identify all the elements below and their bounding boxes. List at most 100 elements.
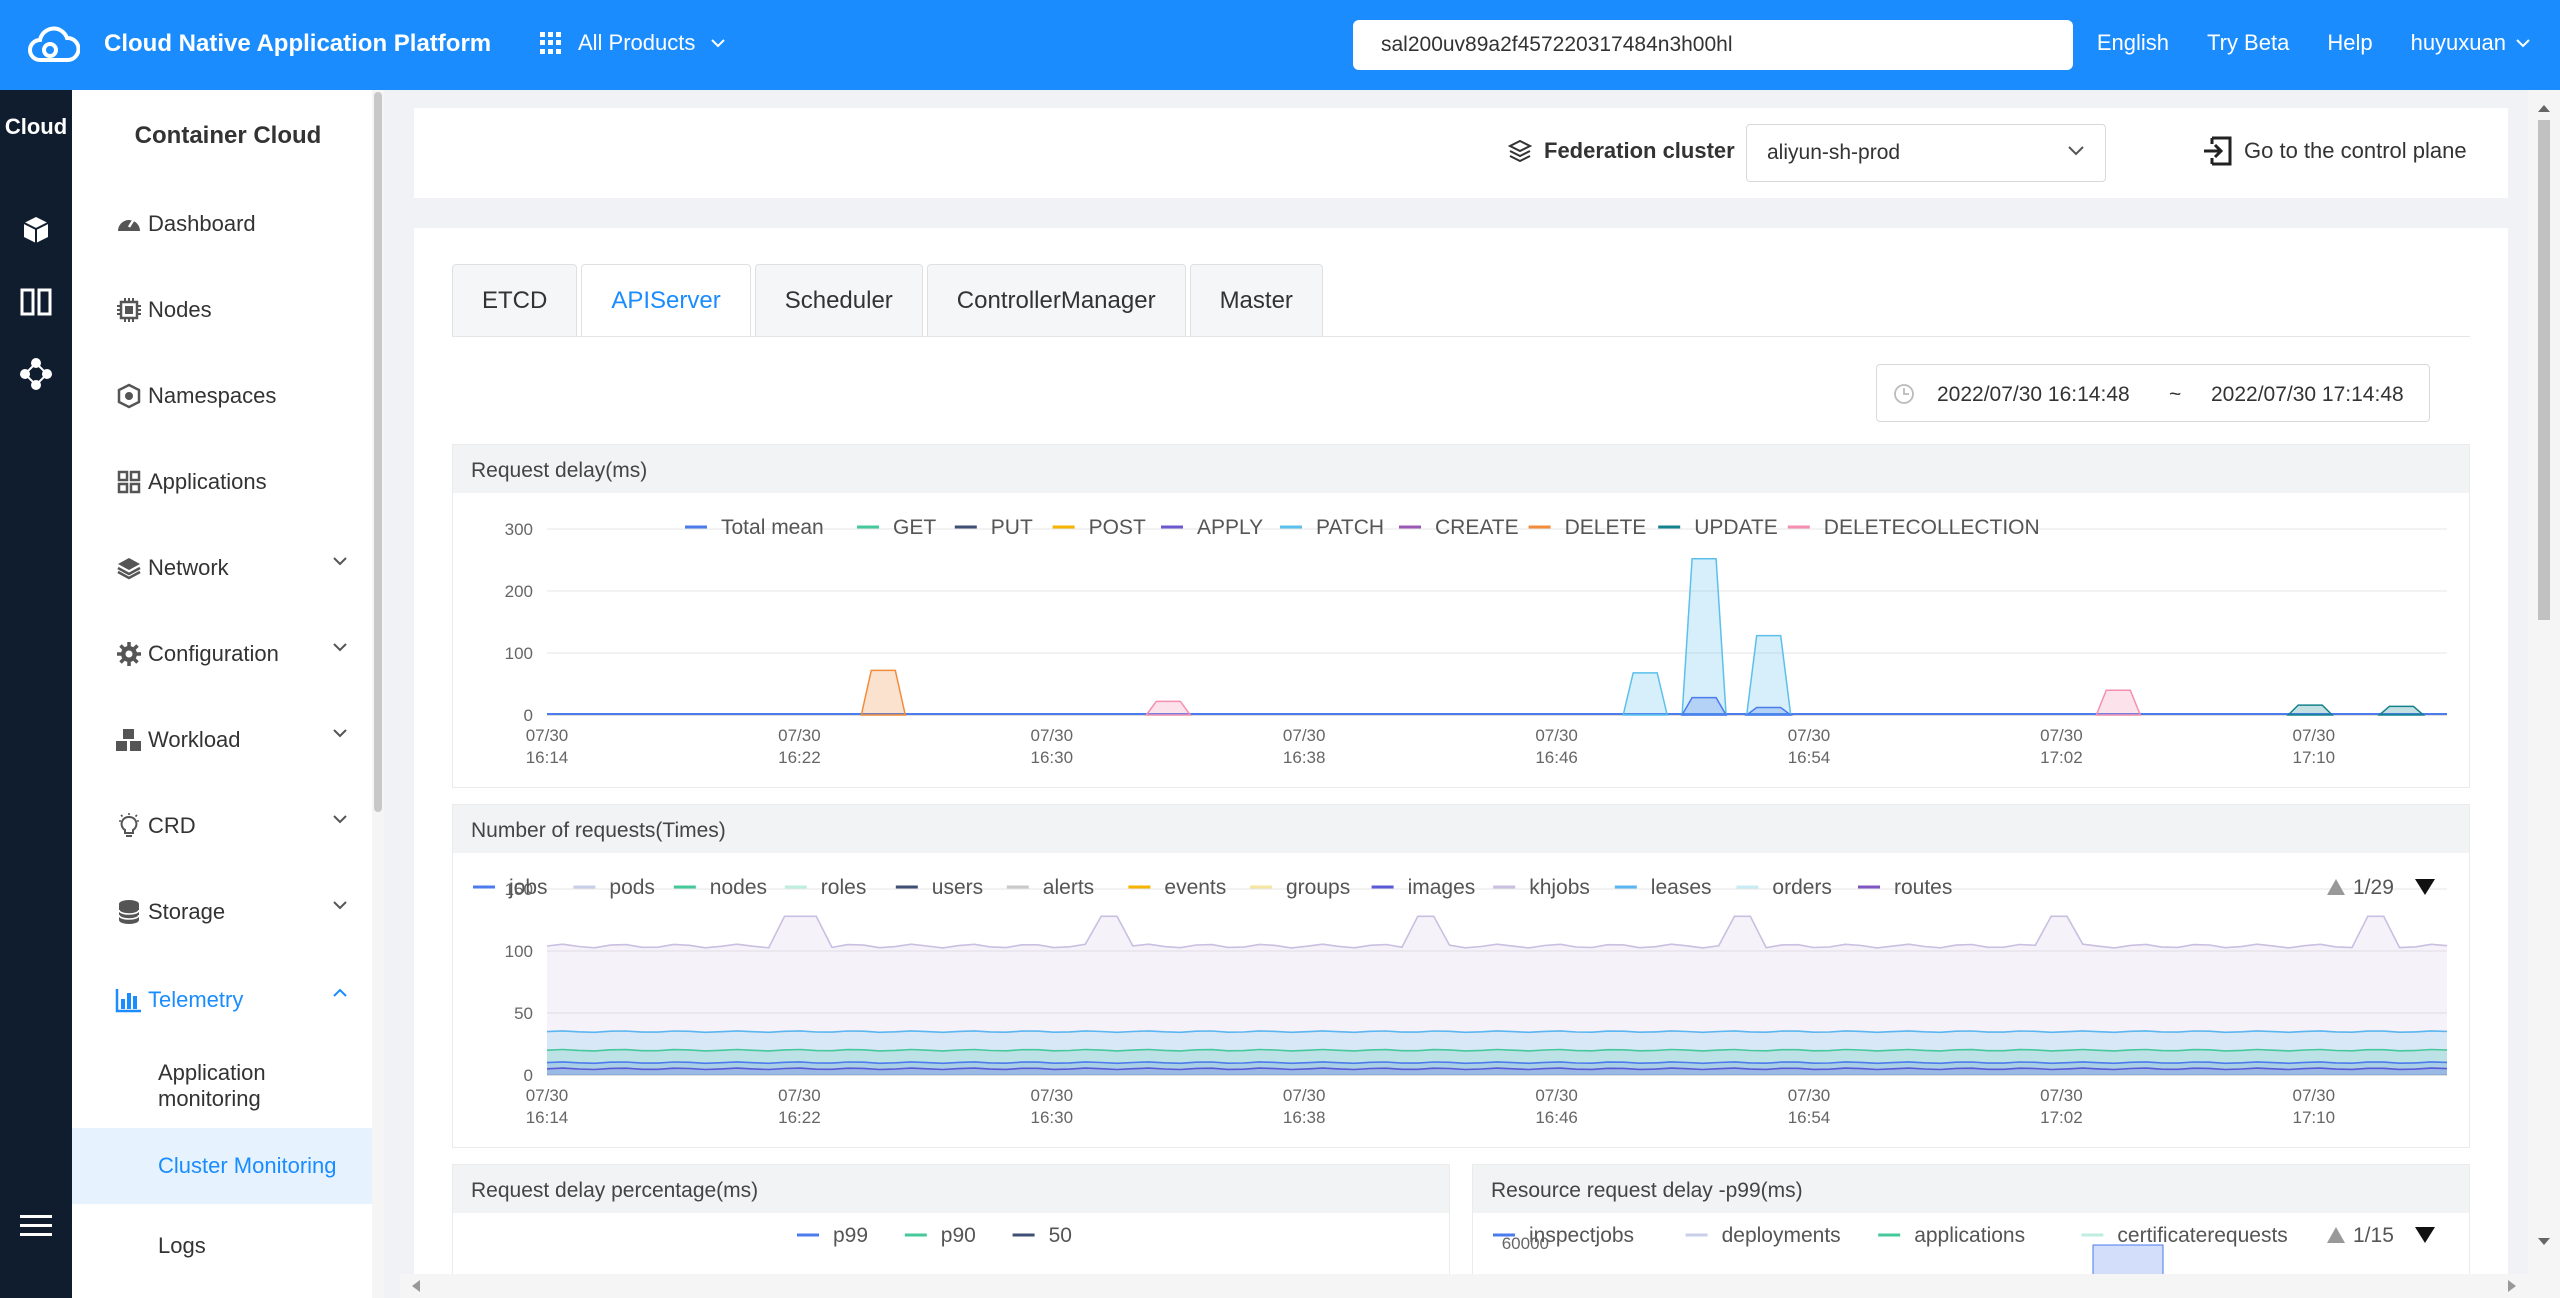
series-line: [546, 915, 2448, 949]
scroll-down-icon[interactable]: [2528, 1232, 2560, 1252]
sidebar-item-configuration[interactable]: Configuration: [72, 624, 372, 684]
x-tick-label: 07/30: [1535, 1086, 1578, 1105]
tab-scheduler[interactable]: Scheduler: [754, 264, 923, 336]
sidebar-item-label: Nodes: [148, 297, 212, 322]
x-tick-label: 07/30: [778, 726, 821, 745]
sidebar-item-nodes[interactable]: Nodes: [72, 280, 372, 340]
sidebar-item-label: Workload: [148, 727, 241, 752]
sidebar-scrollbar-thumb[interactable]: [374, 92, 382, 812]
sidebar-item-label: Applications: [148, 469, 267, 494]
chart-title: Resource request delay -p99(ms): [1473, 1165, 2469, 1213]
sidebar-item-label: Telemetry: [148, 987, 244, 1012]
sidebar-item-storage[interactable]: Storage: [72, 882, 372, 942]
pager-text: 1/15: [2353, 1224, 2394, 1247]
legend-item: routes: [1894, 876, 1952, 899]
cloud-logo-icon[interactable]: [26, 22, 80, 68]
chip-icon: [114, 295, 144, 325]
language-link[interactable]: English: [2097, 30, 2169, 56]
sidebar-item-network[interactable]: Network: [72, 538, 372, 598]
tab-controllermanager[interactable]: ControllerManager: [926, 264, 1186, 336]
layers-icon: [1508, 139, 1532, 163]
user-menu[interactable]: huyuxuan: [2411, 30, 2530, 56]
x-tick-label: 07/30: [2293, 1086, 2336, 1105]
number-of-requests-chart: 15010050007/3016:1407/3016:2207/3016:300…: [473, 876, 2448, 1127]
main-vertical-scrollbar[interactable]: [2528, 90, 2560, 1298]
x-tick-label: 07/30: [1788, 1086, 1831, 1105]
columns-icon[interactable]: [14, 280, 58, 324]
resource-request-delay-chart: inspectjobs deployments applications certif…: [1493, 1224, 2435, 1274]
chevron-down-icon: [711, 39, 726, 48]
sidebar-subitem-logs[interactable]: Logs: [72, 1208, 372, 1284]
bar-chart-icon: [114, 985, 144, 1015]
cube-icon[interactable]: [14, 208, 58, 252]
legend-item: alerts: [1043, 876, 1094, 899]
bulb-icon: [114, 811, 144, 841]
main-vertical-scrollbar-thumb[interactable]: [2538, 120, 2550, 620]
legend-item: jobs: [508, 876, 548, 899]
sidebar-item-workload[interactable]: Workload: [72, 710, 372, 770]
request-delay-percentage-card: Request delay percentage(ms) p99p9050100: [452, 1164, 1450, 1274]
cluster-select[interactable]: aliyun-sh-prod: [1746, 124, 2106, 182]
chevron-down-icon: [2068, 146, 2084, 156]
x-tick-label: 07/30: [2293, 726, 2336, 745]
search-input[interactable]: sal200uv89a2f457220317484n3h00hl: [1353, 20, 2073, 70]
help-link[interactable]: Help: [2327, 30, 2372, 56]
legend-item: roles: [821, 876, 867, 899]
legend-item: groups: [1286, 876, 1350, 899]
cluster-icon[interactable]: [14, 352, 58, 396]
main-horizontal-scrollbar[interactable]: [400, 1274, 2528, 1298]
x-tick-label: 16:14: [526, 748, 569, 767]
x-tick-label: 07/30: [2040, 1086, 2083, 1105]
x-tick-label: 17:02: [2040, 748, 2083, 767]
series-spike: [2095, 689, 2142, 716]
x-tick-label: 07/30: [1535, 726, 1578, 745]
legend-item: p90: [941, 1224, 976, 1247]
x-tick-label: 16:54: [1788, 1108, 1831, 1127]
sidebar-item-label: Dashboard: [148, 211, 256, 236]
tab-apiserver[interactable]: APIServer: [581, 264, 751, 337]
x-tick-label: 16:38: [1283, 1108, 1326, 1127]
dashboard-icon: [114, 209, 144, 239]
legend-item: 50: [1049, 1224, 1072, 1247]
chevron-down-icon: [333, 815, 347, 824]
sidebar-item-dashboard[interactable]: Dashboard: [72, 194, 372, 254]
time-range-separator: ~: [2169, 383, 2182, 406]
tab-etcd[interactable]: ETCD: [452, 264, 578, 336]
grid-icon: [540, 32, 562, 54]
sidebar-subitem-application-monitoring[interactable]: Application monitoring: [72, 1048, 372, 1124]
legend-item: CREATE: [1435, 516, 1519, 539]
legend-item: PUT: [991, 516, 1033, 539]
tab-master[interactable]: Master: [1189, 264, 1323, 336]
x-tick-label: 07/30: [778, 1086, 821, 1105]
legend-item: pods: [609, 876, 655, 899]
brand-title[interactable]: Cloud Native Application Platform: [104, 30, 491, 58]
y-tick-label: 100: [505, 942, 533, 961]
sidebar-item-applications[interactable]: Applications: [72, 452, 372, 512]
sidebar-subitem-cluster-monitoring[interactable]: Cluster Monitoring: [72, 1128, 372, 1204]
try-beta-link[interactable]: Try Beta: [2207, 30, 2289, 56]
legend-item: applications: [1914, 1224, 2025, 1247]
chevron-down-icon: [2516, 39, 2530, 48]
x-tick-label: 16:30: [1031, 748, 1074, 767]
legend-item: DELETE: [1565, 516, 1647, 539]
menu-toggle-icon[interactable]: [14, 1204, 58, 1248]
sidebar-item-crd[interactable]: CRD: [72, 796, 372, 856]
database-icon: [114, 897, 144, 927]
time-range-picker[interactable]: 2022/07/30 16:14:48 ~ 2022/07/30 17:14:4…: [1876, 364, 2430, 422]
sidebar-item-namespaces[interactable]: Namespaces: [72, 366, 372, 426]
all-products-menu[interactable]: All Products: [540, 30, 726, 56]
legend-item: users: [932, 876, 983, 899]
legend-item: orders: [1772, 876, 1832, 899]
scroll-up-icon[interactable]: [2528, 98, 2560, 118]
scroll-left-icon[interactable]: [406, 1274, 426, 1298]
sidebar-scrollbar[interactable]: [372, 90, 384, 1298]
series-bar: [2092, 1244, 2164, 1274]
sidebar-item-telemetry[interactable]: Telemetry: [72, 970, 372, 1030]
legend-item: GET: [893, 516, 936, 539]
chevron-down-icon: [333, 557, 347, 566]
user-name: huyuxuan: [2410, 30, 2506, 55]
x-tick-label: 07/30: [1788, 726, 1831, 745]
go-to-control-plane-button[interactable]: Go to the control plane: [2202, 136, 2467, 166]
scroll-right-icon[interactable]: [2502, 1274, 2522, 1298]
series-spike: [2286, 704, 2335, 716]
